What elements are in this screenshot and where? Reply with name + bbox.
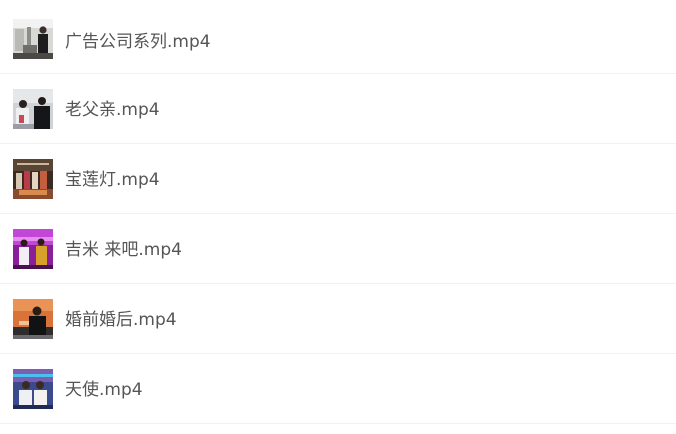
video-thumbnail-icon — [13, 369, 53, 409]
list-item[interactable]: 吉米 来吧.mp4 — [0, 214, 676, 284]
list-item[interactable]: 老父亲.mp4 — [0, 74, 676, 144]
file-name: 吉米 来吧.mp4 — [65, 240, 182, 260]
video-thumbnail-icon — [13, 229, 53, 269]
list-item[interactable]: 广告公司系列.mp4 — [0, 0, 676, 74]
video-thumbnail-icon — [13, 299, 53, 339]
file-name: 天使.mp4 — [65, 380, 143, 400]
file-name: 老父亲.mp4 — [65, 100, 160, 120]
video-thumbnail-icon — [13, 159, 53, 199]
list-item[interactable]: 宝莲灯.mp4 — [0, 144, 676, 214]
video-thumbnail-icon — [13, 89, 53, 129]
file-name: 婚前婚后.mp4 — [65, 310, 177, 330]
file-list: 广告公司系列.mp4 老父亲.mp4 宝莲灯.mp4 吉米 来吧.mp4 婚前婚… — [0, 0, 676, 434]
list-item[interactable]: 天使.mp4 — [0, 354, 676, 424]
file-name: 广告公司系列.mp4 — [65, 32, 211, 52]
video-thumbnail-icon — [13, 19, 53, 59]
list-item[interactable]: 婚前婚后.mp4 — [0, 284, 676, 354]
file-name: 宝莲灯.mp4 — [65, 170, 160, 190]
